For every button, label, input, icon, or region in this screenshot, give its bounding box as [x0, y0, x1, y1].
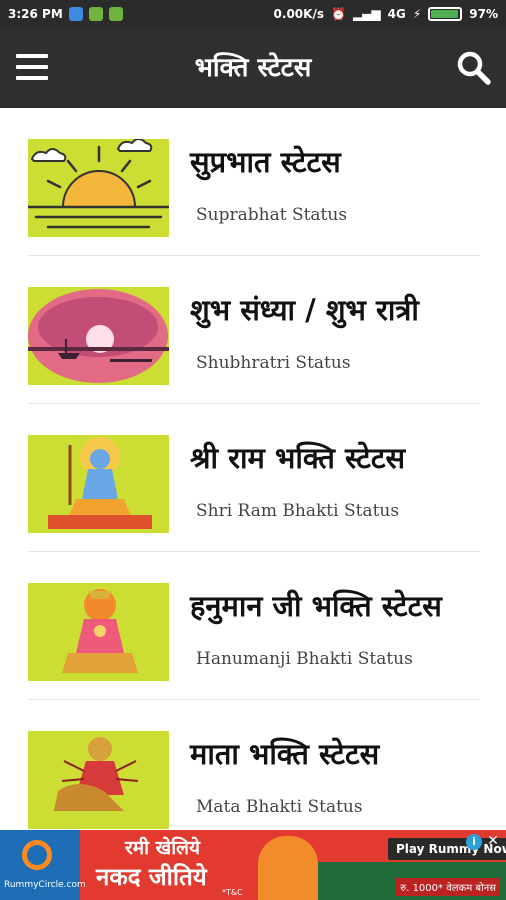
ad-info-icon[interactable]: i [466, 834, 482, 850]
ad-person-image [258, 836, 318, 900]
list-item-mata[interactable]: माता भक्ति स्टेटस Mata Bhakti Status [28, 700, 480, 847]
item-subtitle: Shri Ram Bhakti Status [196, 501, 400, 521]
hanuman-thumbnail [28, 583, 169, 681]
item-title: माता भक्ति स्टेटस [190, 737, 380, 771]
search-icon[interactable] [456, 50, 492, 86]
category-list: सुप्रभात स्टेटस Suprabhat Status शुभ संध… [28, 108, 480, 847]
status-bar: 3:26 PM 0.00K/s ⏰ ▂▄▆ 4G ⚡ 97% [0, 0, 506, 30]
battery-icon [428, 7, 463, 21]
notification-icon [68, 7, 83, 21]
download-icon [88, 7, 103, 21]
app-bar: भक्ति स्टेटस [0, 30, 506, 108]
mata-thumbnail [28, 731, 169, 829]
ad-bonus-text: रु. 1000* वेलकम बोनस [396, 878, 500, 896]
list-item-shubhratri[interactable]: शुभ संध्या / शुभ रात्री Shubhratri Statu… [28, 256, 480, 404]
sunrise-thumbnail [28, 139, 169, 237]
app-title: भक्ति स्टेटस [194, 53, 312, 83]
item-subtitle: Mata Bhakti Status [196, 797, 363, 817]
ad-banner[interactable]: RummyCircle.com रमी खेलिये नकद जीतिये *T… [0, 830, 506, 900]
signal-icon: ▂▄▆ [352, 7, 381, 21]
network-speed: 0.00K/s [273, 7, 324, 21]
item-subtitle: Hanumanji Bhakti Status [196, 649, 413, 669]
list-item-shri-ram[interactable]: श्री राम भक्ति स्टेटस Shri Ram Bhakti St… [28, 404, 480, 552]
rummycircle-logo: RummyCircle.com [0, 830, 86, 900]
list-item-suprabhat[interactable]: सुप्रभात स्टेटस Suprabhat Status [28, 108, 480, 256]
item-subtitle: Suprabhat Status [196, 205, 348, 225]
item-title: श्री राम भक्ति स्टेटस [190, 441, 406, 475]
network-type: 4G [387, 7, 406, 21]
item-title: शुभ संध्या / शुभ रात्री [190, 293, 419, 327]
battery-percent: 97% [469, 7, 498, 21]
alarm-icon: ⏰ [330, 7, 346, 21]
ad-cards-image: रु. 1000* वेलकम बोनस [318, 862, 506, 900]
ad-logo-text: RummyCircle.com [4, 880, 86, 890]
sunset-thumbnail [28, 287, 169, 385]
item-subtitle: Shubhratri Status [196, 353, 351, 373]
shri-ram-thumbnail [28, 435, 169, 533]
ad-terms: *T&C [222, 888, 243, 897]
ad-close-icon[interactable]: ✕ [484, 832, 502, 850]
list-item-hanumanji[interactable]: हनुमान जी भक्ति स्टेटस Hanumanji Bhakti … [28, 552, 480, 700]
ad-headline-1: रमी खेलिये [125, 837, 201, 859]
item-title: हनुमान जी भक्ति स्टेटस [190, 589, 442, 623]
ad-headline-2: नकद जीतिये [96, 863, 207, 891]
item-title: सुप्रभात स्टेटस [190, 145, 341, 179]
android-icon [108, 7, 123, 21]
logo-circle-icon [22, 840, 52, 870]
charging-icon: ⚡ [412, 7, 422, 21]
status-time: 3:26 PM [8, 7, 63, 21]
